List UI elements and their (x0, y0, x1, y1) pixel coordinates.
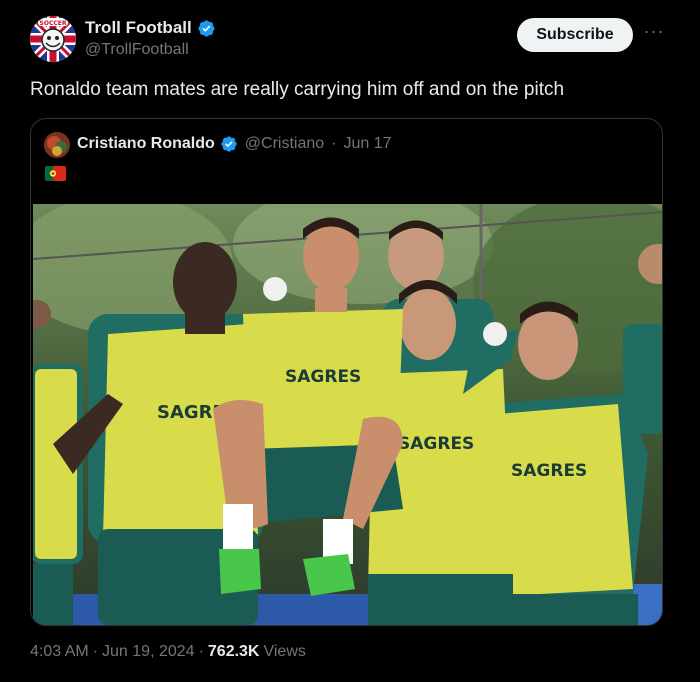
meta-separator: · (198, 643, 204, 660)
photo-text-3: SAGRES (398, 434, 474, 454)
tweet-meta: 4:03 AM · Jun 19, 2024 · 762.3K Views (30, 643, 306, 661)
quoted-separator: · (331, 135, 337, 152)
views-count[interactable]: 762.3K (208, 643, 260, 661)
author-name-row: Troll Football (85, 18, 216, 38)
tweet-time[interactable]: 4:03 AM (30, 643, 89, 661)
team-training-photo[interactable]: SAGRES SAGRES SAGRES SAGRES (33, 204, 662, 625)
photo-text-4: SAGRES (511, 461, 587, 481)
quoted-display-name[interactable]: Cristiano Ronaldo (77, 135, 215, 153)
photo-text-2: SAGRES (285, 367, 361, 387)
quoted-handle[interactable]: @Cristiano (245, 135, 324, 153)
quoted-avatar[interactable] (44, 132, 70, 158)
more-dots-icon[interactable]: ··· (642, 22, 666, 44)
verified-badge-icon (221, 136, 237, 152)
troll-football-logo-icon[interactable]: SOCCER (30, 16, 76, 62)
subscribe-button[interactable]: Subscribe (517, 18, 633, 52)
quoted-tweet[interactable]: Cristiano Ronaldo @Cristiano · Jun 17 SA… (30, 118, 663, 626)
tweet-text: Ronaldo team mates are really carrying h… (30, 79, 565, 100)
portugal-flag-icon (45, 166, 66, 181)
quoted-name-row: Cristiano Ronaldo @Cristiano · Jun 17 (77, 135, 392, 153)
quoted-date[interactable]: Jun 17 (343, 135, 391, 153)
meta-separator: · (92, 643, 99, 660)
tweet-date[interactable]: Jun 19, 2024 (102, 643, 195, 661)
tweet-header: SOCCER Troll Football @TrollFootball Sub… (30, 16, 670, 64)
author-handle[interactable]: @TrollFootball (85, 41, 189, 59)
verified-badge-icon (198, 19, 215, 37)
svg-text:SOCCER: SOCCER (40, 20, 67, 27)
author-display-name[interactable]: Troll Football (85, 18, 192, 38)
views-label: Views (263, 643, 306, 660)
